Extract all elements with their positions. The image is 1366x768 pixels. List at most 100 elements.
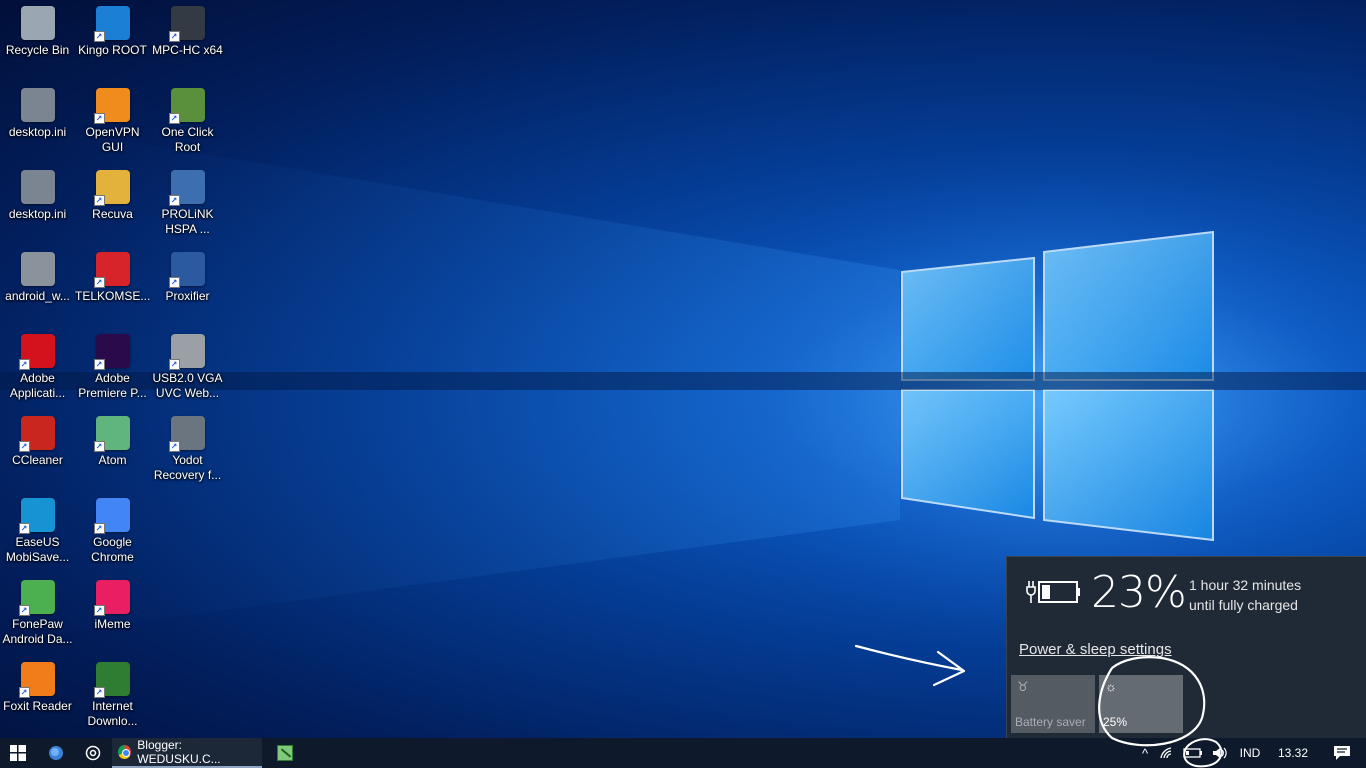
shortcut-arrow-icon: ↗ xyxy=(168,277,180,288)
battery-saver-tile[interactable]: ♉ Battery saver xyxy=(1011,675,1095,733)
desktop-shortcut[interactable]: android_w... xyxy=(0,246,75,328)
shortcut-arrow-icon: ↗ xyxy=(93,277,105,288)
annotation-arrow-head xyxy=(932,650,966,687)
desktop-shortcut[interactable]: ↗ CCleaner xyxy=(0,410,75,492)
chrome-icon: ↗ xyxy=(93,498,130,534)
show-hidden-icons-chevron-icon[interactable]: ^ xyxy=(1132,738,1158,768)
one-click-root-icon: ↗ xyxy=(168,88,205,124)
shortcut-arrow-icon: ↗ xyxy=(18,523,30,534)
desktop-shortcut-label: Recycle Bin xyxy=(5,43,70,57)
shortcut-arrow-icon: ↗ xyxy=(168,195,180,206)
desktop-shortcut[interactable]: Recycle Bin xyxy=(0,0,75,82)
desktop-shortcut[interactable]: desktop.ini xyxy=(0,164,75,246)
desktop-shortcut[interactable]: ↗ TELKOMSE... xyxy=(75,246,150,328)
shortcut-arrow-icon: ↗ xyxy=(93,523,105,534)
desktop-shortcut[interactable]: ↗ Adobe Premiere P... xyxy=(75,328,150,410)
desktop-shortcut[interactable]: ↗ Proxifier xyxy=(150,246,225,328)
desktop-shortcut[interactable]: ↗ EaseUS MobiSave... xyxy=(0,492,75,574)
desktop-shortcut-label: Adobe Premiere P... xyxy=(78,371,147,400)
tray-battery[interactable] xyxy=(1178,738,1208,768)
kingo-root-icon: ↗ xyxy=(93,6,130,42)
fonepaw-icon: ↗ xyxy=(18,580,55,616)
ccleaner-icon: ↗ xyxy=(18,416,55,452)
desktop-shortcut-label: FonePaw Android Da... xyxy=(2,617,73,646)
desktop-shortcut-label: Yodot Recovery f... xyxy=(153,453,222,482)
shortcut-arrow-icon: ↗ xyxy=(168,359,180,370)
desktop-shortcut[interactable]: ↗ Internet Downlo... xyxy=(75,656,150,738)
idm-icon: ↗ xyxy=(93,662,130,698)
atom-icon: ↗ xyxy=(93,416,130,452)
desktop-shortcut[interactable]: ↗ OpenVPN GUI xyxy=(75,82,150,164)
cortana-icon xyxy=(49,746,63,760)
taskbar-clock[interactable]: 13.32 xyxy=(1268,738,1318,768)
premiere-icon: ↗ xyxy=(93,334,130,370)
input-language-indicator[interactable]: IND xyxy=(1232,738,1268,768)
desktop-shortcut-label: CCleaner xyxy=(12,453,63,467)
charge-time-line2: until fully charged xyxy=(1189,597,1298,613)
brightness-tile[interactable]: ☼ 25% xyxy=(1099,675,1183,733)
shortcut-arrow-icon: ↗ xyxy=(93,31,105,42)
settings-file-icon xyxy=(20,252,55,286)
desktop-shortcut[interactable]: ↗ iMeme xyxy=(75,574,150,656)
annotation-arrow-shaft xyxy=(854,644,964,672)
start-button[interactable] xyxy=(0,738,36,768)
desktop-shortcut[interactable]: ↗ USB2.0 VGA UVC Web... xyxy=(150,328,225,410)
desktop-shortcut[interactable]: ↗ Foxit Reader xyxy=(0,656,75,738)
desktop-shortcut[interactable]: ↗ Adobe Applicati... xyxy=(0,328,75,410)
tray-volume[interactable] xyxy=(1208,738,1232,768)
task-view-icon xyxy=(85,745,101,761)
battery-saver-label: Battery saver xyxy=(1015,715,1086,729)
desktop-shortcut[interactable]: ↗ Recuva xyxy=(75,164,150,246)
shortcut-arrow-icon: ↗ xyxy=(93,441,105,452)
taskbar-chrome-window[interactable]: Blogger: WEDUSKU.C... xyxy=(112,738,262,768)
desktop-shortcut[interactable]: ↗ PROLiNK HSPA ... xyxy=(150,164,225,246)
tray-wifi[interactable] xyxy=(1158,738,1178,768)
desktop-shortcut-label: Adobe Applicati... xyxy=(9,371,66,400)
windows-logo-icon xyxy=(10,745,26,761)
mpc-hc-icon: ↗ xyxy=(168,6,205,42)
desktop-shortcut[interactable]: desktop.ini xyxy=(0,82,75,164)
power-sleep-settings-link[interactable]: Power & sleep settings xyxy=(1019,641,1172,658)
shortcut-arrow-icon: ↗ xyxy=(93,605,105,616)
action-center-button[interactable] xyxy=(1318,738,1366,768)
desktop-shortcut[interactable]: ↗ Kingo ROOT xyxy=(75,0,150,82)
taskbar-app-window[interactable] xyxy=(262,738,308,768)
shortcut-arrow-icon: ↗ xyxy=(93,687,105,698)
desktop-shortcut-label: Internet Downlo... xyxy=(87,699,138,728)
battery-charging-icon xyxy=(1026,581,1080,603)
desktop-shortcut-label: iMeme xyxy=(94,617,131,631)
desktop-shortcut-label: Recuva xyxy=(92,207,133,221)
cortana-button[interactable] xyxy=(36,738,76,768)
app-window-icon xyxy=(277,745,293,761)
action-center-icon xyxy=(1334,746,1350,760)
shortcut-arrow-icon: ↗ xyxy=(18,687,30,698)
charge-time-line1: 1 hour 32 minutes xyxy=(1189,577,1302,593)
desktop-shortcut[interactable]: ↗ FonePaw Android Da... xyxy=(0,574,75,656)
desktop-shortcut-label: PROLiNK HSPA ... xyxy=(161,207,214,236)
chrome-icon xyxy=(118,745,132,759)
shortcut-arrow-icon: ↗ xyxy=(18,605,30,616)
yodot-icon: ↗ xyxy=(168,416,205,452)
desktop-shortcut-label: Atom xyxy=(98,453,127,467)
brightness-level-label: 25% xyxy=(1103,715,1128,729)
shortcut-arrow-icon: ↗ xyxy=(18,441,30,452)
task-view-button[interactable] xyxy=(76,738,110,768)
desktop-shortcut[interactable]: ↗ Atom xyxy=(75,410,150,492)
desktop-shortcut-label: desktop.ini xyxy=(8,125,67,139)
desktop-shortcut[interactable]: ↗ One Click Root xyxy=(150,82,225,164)
desktop-shortcut-label: Google Chrome xyxy=(91,535,134,564)
desktop-shortcut[interactable]: ↗ MPC-HC x64 xyxy=(150,0,225,82)
desktop-shortcut[interactable]: ↗ Google Chrome xyxy=(75,492,150,574)
battery-saver-icon: ♉ xyxy=(1017,679,1029,694)
desktop-shortcut-label: Foxit Reader xyxy=(3,699,72,713)
openvpn-icon: ↗ xyxy=(93,88,130,124)
system-tray: ^ IND 13.32 xyxy=(1132,738,1366,768)
webcam-icon: ↗ xyxy=(168,334,205,370)
recycle-bin-icon xyxy=(20,6,55,40)
charge-time-remaining: 1 hour 32 minutes until fully charged xyxy=(1189,575,1301,615)
shortcut-arrow-icon: ↗ xyxy=(93,359,105,370)
desktop-shortcut-label: TELKOMSE... xyxy=(75,289,151,303)
desktop-shortcut[interactable]: ↗ Yodot Recovery f... xyxy=(150,410,225,492)
adobe-icon: ↗ xyxy=(18,334,55,370)
desktop-shortcut-label: USB2.0 VGA UVC Web... xyxy=(152,371,223,400)
